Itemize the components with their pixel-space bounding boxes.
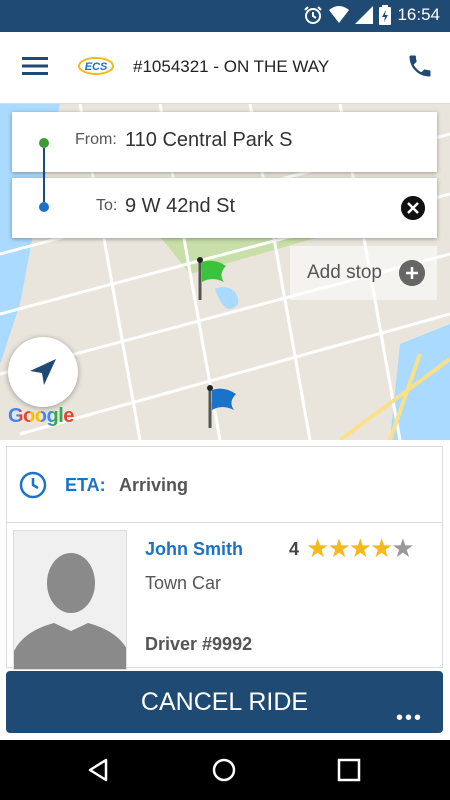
- cancel-ride-button[interactable]: CANCEL RIDE •••: [6, 671, 443, 733]
- back-icon[interactable]: [86, 757, 112, 783]
- status-bar: 16:54: [0, 0, 450, 32]
- person-placeholder-icon: [14, 531, 126, 669]
- rating-stars: ★★★★★: [306, 533, 415, 563]
- battery-icon: [379, 5, 392, 25]
- pickup-dot-icon: [39, 138, 49, 148]
- home-icon[interactable]: [211, 757, 237, 783]
- vehicle-type: Town Car: [145, 573, 222, 593]
- dropoff-flag-icon: [207, 385, 236, 428]
- wifi-icon: [329, 6, 350, 23]
- star-filled-icon: ★: [327, 533, 350, 563]
- my-location-button[interactable]: [8, 337, 78, 407]
- eta-row: ETA: Arriving: [7, 447, 442, 523]
- from-value: 110 Central Park S: [125, 129, 293, 151]
- google-attribution: Google: [8, 405, 74, 428]
- recent-apps-icon[interactable]: [336, 757, 362, 783]
- add-stop-button[interactable]: Add stop: [290, 246, 437, 300]
- star-filled-icon: ★: [369, 533, 393, 563]
- navigation-arrow-icon: [30, 359, 56, 385]
- hamburger-menu-icon[interactable]: [22, 56, 48, 76]
- status-icons: 16:54: [303, 5, 440, 25]
- clock-icon: [19, 471, 47, 499]
- signal-icon: [355, 6, 374, 24]
- add-stop-label: Add stop: [307, 262, 382, 283]
- ecs-logo: ECS: [78, 57, 114, 75]
- star-empty-icon: ★: [391, 533, 414, 563]
- star-filled-icon: ★: [306, 533, 329, 563]
- clear-destination-icon[interactable]: [401, 196, 425, 220]
- route-connector: [43, 172, 45, 202]
- driver-name[interactable]: John Smith: [145, 539, 243, 560]
- app-bar: ECS #1054321 - ON THE WAY: [0, 32, 450, 104]
- driver-avatar: [13, 530, 127, 670]
- cancel-ride-label: CANCEL RIDE: [140, 688, 309, 716]
- eta-value: Arriving: [119, 475, 189, 495]
- star-filled-icon: ★: [348, 533, 372, 563]
- svg-text:ECS: ECS: [85, 61, 108, 73]
- pickup-address-field[interactable]: From: 110 Central Park S: [12, 112, 437, 178]
- driver-rating: 4: [289, 539, 300, 559]
- ride-info-panel: ETA: Arriving John Smith Town Car Driver…: [6, 446, 443, 670]
- more-options-icon[interactable]: •••: [396, 707, 423, 730]
- to-value: 9 W 42nd St: [125, 195, 236, 217]
- dropoff-address-field[interactable]: To: 9 W 42nd St: [12, 172, 437, 238]
- google-logo-text: Google: [8, 405, 74, 427]
- alarm-icon: [304, 6, 323, 24]
- to-label: To:: [96, 197, 118, 214]
- plus-icon: [399, 260, 425, 286]
- status-time: 16:54: [397, 5, 440, 24]
- page-title: #1054321 - ON THE WAY: [133, 57, 330, 76]
- from-label: From:: [75, 131, 117, 148]
- driver-number: Driver #9992: [145, 634, 253, 654]
- system-nav-bar: [0, 740, 450, 800]
- phone-icon[interactable]: [406, 52, 434, 80]
- dropoff-dot-icon: [39, 202, 49, 212]
- pickup-flag-icon: [197, 257, 226, 300]
- eta-label: ETA:: [65, 475, 106, 495]
